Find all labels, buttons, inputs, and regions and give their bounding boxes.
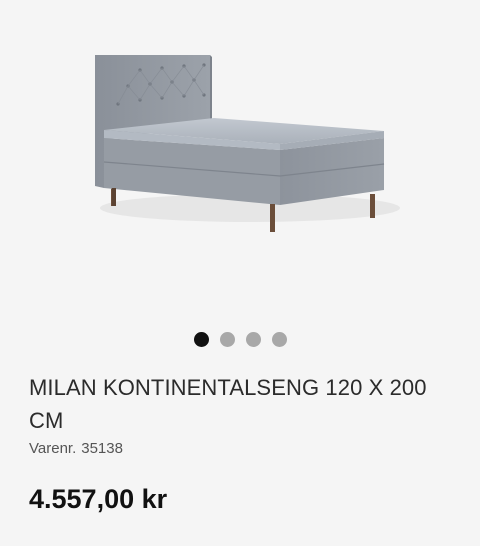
product-price: 4.557,00 kr <box>29 484 168 514</box>
gallery-dot-3[interactable] <box>245 332 261 347</box>
gallery-dot-4[interactable] <box>271 332 287 347</box>
sku-label: Varenr. <box>29 440 77 457</box>
bed-product-image <box>95 55 400 232</box>
sku-number: 35138 <box>81 440 123 457</box>
gallery-dot-2[interactable] <box>219 332 235 347</box>
product-image-gallery[interactable] <box>0 0 480 300</box>
gallery-dot-1[interactable] <box>193 332 209 347</box>
product-sku: Varenr. 35138 <box>29 440 123 457</box>
product-title: MILAN KONTINENTALSENG 120 X 200 CM <box>29 375 427 433</box>
gallery-pagination <box>0 332 480 348</box>
